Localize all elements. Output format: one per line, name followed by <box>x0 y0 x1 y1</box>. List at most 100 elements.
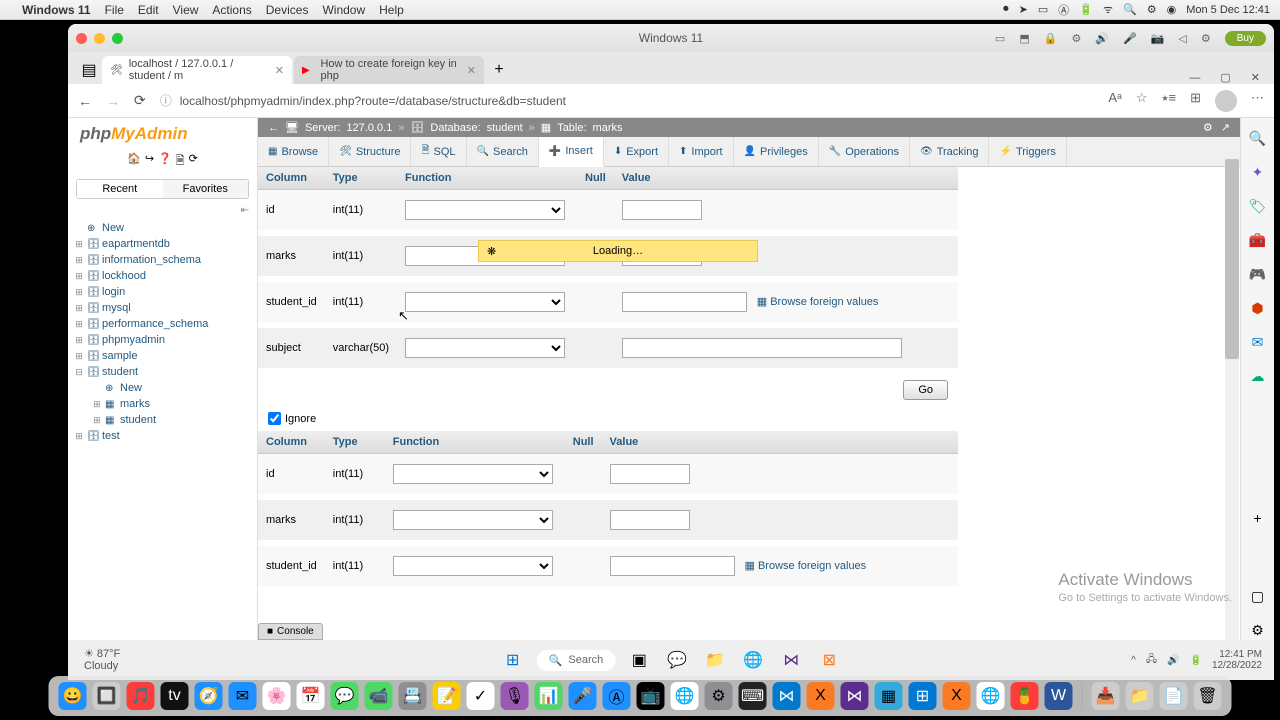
titlebar-icon[interactable]: ⬒ <box>1019 32 1029 45</box>
wifi-icon[interactable]: ᯤ <box>1103 2 1113 17</box>
messages-icon[interactable]: 💬 <box>331 682 359 710</box>
titlebar-icon[interactable]: 🔒 <box>1044 32 1058 45</box>
podcasts-icon[interactable]: 🎙 <box>501 682 529 710</box>
siri-icon[interactable]: ◉ <box>1167 3 1177 16</box>
go-button[interactable]: Go <box>903 380 948 400</box>
value-input[interactable] <box>622 292 747 312</box>
tray-volume-icon[interactable]: 🔊 <box>1167 655 1179 666</box>
forward-button[interactable]: → <box>106 93 120 109</box>
edge-settings-icon[interactable]: ⚙ <box>1248 620 1268 640</box>
function-select[interactable] <box>405 292 565 312</box>
menu-window[interactable]: Window <box>322 3 365 17</box>
console-toggle[interactable]: ■ Console <box>258 623 323 640</box>
launchpad-icon[interactable]: 🔲 <box>93 682 121 710</box>
vertical-scrollbar[interactable] <box>1225 139 1239 640</box>
finder-icon[interactable]: 😀 <box>59 682 87 710</box>
function-select[interactable] <box>393 510 553 530</box>
breadcrumb-db[interactable]: student <box>487 122 523 134</box>
new-tab-button[interactable]: + <box>486 56 512 84</box>
doc-icon[interactable]: 📄 <box>1160 682 1188 710</box>
titlebar-icon[interactable]: ⚙ <box>1201 32 1211 45</box>
tab-triggers[interactable]: ⚡Triggers <box>989 137 1066 166</box>
xampp2-icon[interactable]: X <box>943 682 971 710</box>
tree-db[interactable]: ⊞🗄login <box>74 284 257 300</box>
titlebar-icon[interactable]: 🎤 <box>1123 32 1137 45</box>
value-input[interactable] <box>610 464 690 484</box>
trash-icon[interactable]: 🗑 <box>1194 682 1222 710</box>
value-input[interactable] <box>610 510 690 530</box>
titlebar-icon[interactable]: ⚙ <box>1071 32 1081 45</box>
edge-office-icon[interactable]: ⬢ <box>1248 298 1268 318</box>
tree-db[interactable]: ⊞🗄performance_schema <box>74 316 257 332</box>
tree-db[interactable]: ⊞🗄eapartmentdb <box>74 236 257 252</box>
tree-table-marks[interactable]: ⊞▦marks <box>92 396 257 412</box>
reload-nav-icon[interactable]: ⟳ <box>189 152 198 171</box>
titlebar-icon[interactable]: 📷 <box>1151 32 1165 45</box>
tray-network-icon[interactable]: 🖧 <box>1146 652 1157 669</box>
battery-icon[interactable]: 🔋 <box>1079 3 1093 16</box>
titlebar-icon[interactable]: ▭ <box>995 32 1005 45</box>
ignore-checkbox[interactable] <box>268 412 281 425</box>
favorites-tab[interactable]: Favorites <box>163 180 249 198</box>
more-icon[interactable]: ⋯ <box>1251 90 1264 112</box>
tree-table-student[interactable]: ⊞▦student <box>92 412 257 428</box>
browse-fk-link[interactable]: ▦ Browse foreign values <box>745 559 867 572</box>
taskbar-search[interactable]: 🔍 Search <box>537 650 616 671</box>
app-icon[interactable]: ▦ <box>875 682 903 710</box>
logout-icon[interactable]: ↪ <box>145 152 154 171</box>
function-select[interactable] <box>393 464 553 484</box>
display-icon[interactable]: ▭ <box>1038 3 1048 16</box>
menubar-app[interactable]: Windows 11 <box>22 3 91 17</box>
edge-icon[interactable]: 🌐 <box>739 646 767 674</box>
downloads-icon[interactable]: 📥 <box>1092 682 1120 710</box>
tab-sql[interactable]: 🗎SQL <box>411 137 466 166</box>
edge-onedrive-icon[interactable]: ☁ <box>1248 366 1268 386</box>
tree-db[interactable]: ⊞🗄mysql <box>74 300 257 316</box>
facetime-icon[interactable]: 📹 <box>365 682 393 710</box>
tree-db[interactable]: ⊞🗄sample <box>74 348 257 364</box>
menu-actions[interactable]: Actions <box>212 3 251 17</box>
explorer-icon[interactable]: 📁 <box>701 646 729 674</box>
menu-devices[interactable]: Devices <box>266 3 309 17</box>
titlebar-icon[interactable]: 🔊 <box>1095 32 1109 45</box>
tree-db[interactable]: ⊞🗄information_schema <box>74 252 257 268</box>
page-settings-icon[interactable]: ⚙ <box>1203 121 1213 134</box>
edge-copilot-icon[interactable]: ✦ <box>1248 162 1268 182</box>
appletv-icon[interactable]: 📺 <box>637 682 665 710</box>
calendar-icon[interactable]: 📅 <box>297 682 325 710</box>
tree-db[interactable]: ⊞🗄test <box>74 428 257 444</box>
scrollbar-thumb[interactable] <box>1225 159 1239 359</box>
status-icon[interactable]: ⏺ <box>1003 3 1009 16</box>
menu-edit[interactable]: Edit <box>138 3 159 17</box>
minimize-window-button[interactable] <box>94 33 105 44</box>
vs-dock-icon[interactable]: ⋈ <box>841 682 869 710</box>
maximize-window-button[interactable] <box>112 33 123 44</box>
tray-battery-icon[interactable]: 🔋 <box>1189 655 1201 666</box>
close-tab-icon[interactable]: ✕ <box>275 64 284 77</box>
chrome-icon[interactable]: 🌐 <box>671 682 699 710</box>
windows-icon[interactable]: ⊞ <box>909 682 937 710</box>
edge-collapse-icon[interactable]: ▢ <box>1248 586 1268 606</box>
tree-new[interactable]: ⊕New <box>74 220 257 236</box>
vscode-icon[interactable]: ⋈ <box>773 682 801 710</box>
input-icon[interactable]: Ⓐ <box>1058 2 1069 18</box>
tree-db-student[interactable]: ⊟🗄student <box>74 364 257 380</box>
titlebar-icon[interactable]: ◁ <box>1178 32 1186 45</box>
taskbar-weather[interactable]: ☀ 87°F Cloudy <box>68 648 120 672</box>
tab-actions-button[interactable]: ▤ <box>76 56 102 84</box>
taskbar-clock[interactable]: 12:41 PM 12/28/2022 <box>1212 649 1262 671</box>
browser-close-button[interactable]: ✕ <box>1251 71 1260 84</box>
browser-maximize-button[interactable]: ▢ <box>1220 71 1230 84</box>
docs-icon[interactable]: ❓ <box>158 152 172 171</box>
browser-tab-active[interactable]: 🛠 localhost / 127.0.0.1 / student / m ✕ <box>102 56 292 84</box>
recent-tab[interactable]: Recent <box>77 180 163 198</box>
collections-icon[interactable]: ⊞ <box>1190 90 1201 112</box>
page-help-icon[interactable]: ↗ <box>1221 121 1230 134</box>
function-select[interactable] <box>405 338 565 358</box>
sql-icon[interactable]: 🗎 <box>176 152 185 171</box>
tab-search[interactable]: 🔍Search <box>467 137 539 166</box>
menu-file[interactable]: File <box>105 3 124 17</box>
keynote-icon[interactable]: 🎤 <box>569 682 597 710</box>
music app-icon[interactable]: 🎵 <box>127 682 155 710</box>
tab-export[interactable]: ⬇Export <box>604 137 669 166</box>
